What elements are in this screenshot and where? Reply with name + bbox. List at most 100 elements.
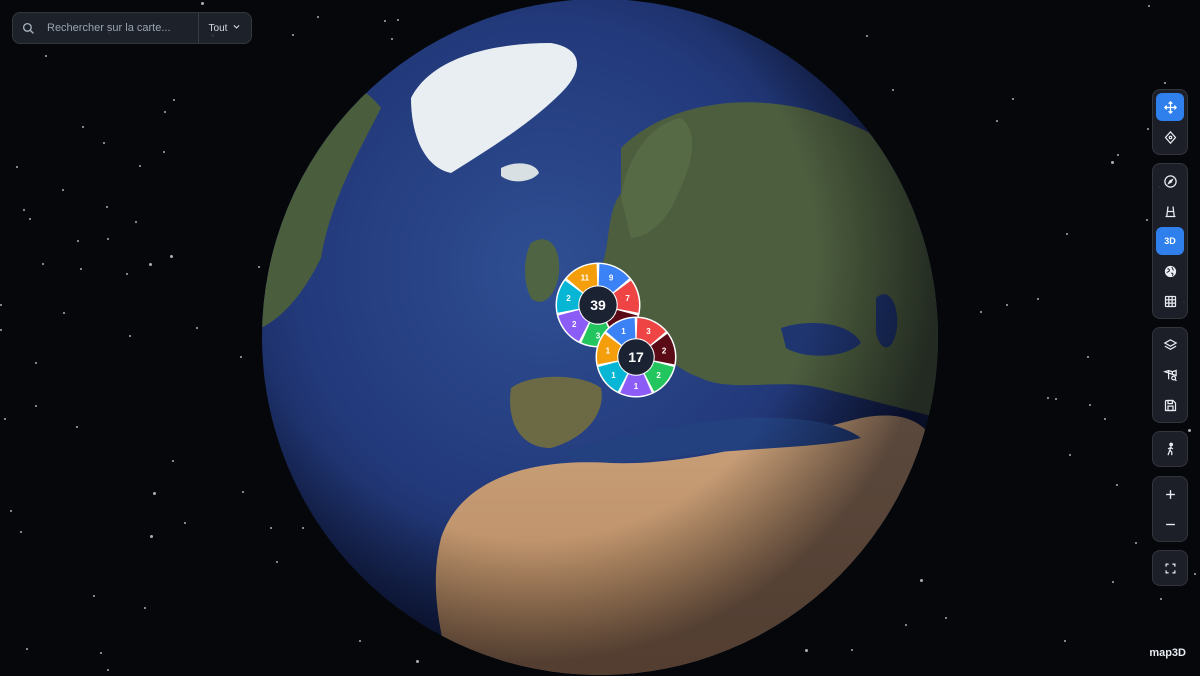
star	[1160, 598, 1163, 600]
3d-icon: 3D	[1164, 236, 1176, 246]
map-search-icon	[1162, 368, 1178, 383]
street-view-button[interactable]	[1156, 435, 1184, 463]
zoom-out-button[interactable]	[1156, 510, 1184, 538]
star	[28, 218, 31, 221]
layers-icon	[1163, 338, 1178, 353]
star	[1036, 297, 1039, 300]
star	[128, 335, 131, 338]
layers-button[interactable]	[1156, 331, 1184, 359]
cluster-total: 39	[590, 297, 606, 313]
star	[1068, 453, 1071, 456]
grid-view-button[interactable]	[1156, 287, 1184, 315]
star	[172, 460, 175, 463]
pan-tool-button[interactable]	[1156, 93, 1184, 121]
star	[92, 594, 95, 597]
star	[23, 209, 26, 212]
star	[241, 491, 244, 494]
cluster-segment-count: 1	[621, 327, 626, 336]
star	[1054, 397, 1057, 400]
cluster-segment-count: 9	[609, 274, 614, 283]
star	[150, 535, 154, 539]
star	[1065, 232, 1068, 235]
star	[1046, 396, 1049, 399]
star	[1011, 98, 1014, 101]
star	[1112, 580, 1115, 583]
star	[44, 55, 47, 58]
star	[163, 151, 166, 154]
star	[1087, 356, 1090, 359]
star	[80, 268, 82, 271]
star	[25, 647, 28, 650]
brand-wordmark: map3D	[1149, 647, 1186, 659]
cluster-segment-count: 3	[646, 327, 651, 336]
star	[16, 165, 19, 168]
star	[1064, 639, 1067, 642]
orbit-tool-button[interactable]	[1156, 123, 1184, 151]
orbit-icon	[1163, 130, 1178, 145]
toolbar-group-navigation	[1152, 89, 1188, 155]
star	[1147, 4, 1150, 7]
cluster-segment-count: 2	[572, 320, 577, 329]
toolbar-group-view: 3D	[1152, 163, 1188, 319]
star	[107, 668, 110, 671]
star	[4, 418, 7, 421]
star	[34, 362, 37, 365]
star	[184, 521, 187, 524]
plus-icon	[1163, 487, 1178, 502]
star	[1146, 219, 1149, 222]
cluster-segment-count: 2	[566, 294, 571, 303]
chevron-down-icon	[232, 22, 241, 34]
star	[107, 238, 110, 241]
search-bar: Tout	[12, 12, 252, 44]
star	[258, 265, 261, 268]
star	[1006, 304, 1009, 307]
cluster-segment-count: 11	[581, 274, 590, 283]
star	[1104, 417, 1107, 420]
perspective-button[interactable]	[1156, 197, 1184, 225]
pedestrian-icon	[1163, 442, 1178, 457]
toolbar-group-layers	[1152, 327, 1188, 423]
filter-dropdown[interactable]: Tout	[198, 13, 251, 43]
star	[1193, 572, 1196, 575]
save-button[interactable]	[1156, 391, 1184, 419]
star	[138, 164, 141, 167]
minus-icon	[1163, 517, 1178, 532]
zoom-in-button[interactable]	[1156, 480, 1184, 508]
search-icon	[13, 22, 43, 35]
perspective-icon	[1163, 204, 1178, 219]
toolbar-group-zoom	[1152, 476, 1188, 542]
map-search-button[interactable]	[1156, 361, 1184, 389]
cluster-segment-count: 1	[606, 347, 611, 356]
star	[103, 142, 106, 145]
star	[62, 188, 65, 191]
star	[63, 312, 66, 315]
fullscreen-icon	[1163, 561, 1178, 576]
cluster-marker-17[interactable]: 3 2 2 1 1 1 1 17	[595, 316, 677, 398]
cluster-segment-count: 7	[625, 294, 630, 303]
star	[152, 491, 156, 495]
star	[1163, 81, 1166, 84]
star	[172, 99, 175, 102]
toolbar-group-street	[1152, 431, 1188, 467]
cluster-segment-count: 1	[611, 371, 616, 380]
globe-view-button[interactable]	[1156, 257, 1184, 285]
star	[980, 310, 983, 313]
move-icon	[1163, 100, 1178, 115]
star	[163, 111, 166, 114]
star	[105, 206, 108, 209]
star	[76, 240, 79, 243]
star	[1111, 161, 1115, 165]
star	[100, 652, 103, 655]
cluster-segment-count: 2	[656, 371, 661, 380]
compass-button[interactable]	[1156, 167, 1184, 195]
star	[35, 405, 38, 408]
cluster-total: 17	[628, 349, 644, 365]
star	[0, 304, 3, 307]
fullscreen-button[interactable]	[1156, 554, 1184, 582]
save-icon	[1163, 398, 1178, 413]
star	[1135, 541, 1138, 544]
grid-icon	[1163, 294, 1178, 309]
star	[944, 617, 947, 620]
search-input[interactable]	[43, 14, 198, 42]
view-3d-button[interactable]: 3D	[1156, 227, 1184, 255]
